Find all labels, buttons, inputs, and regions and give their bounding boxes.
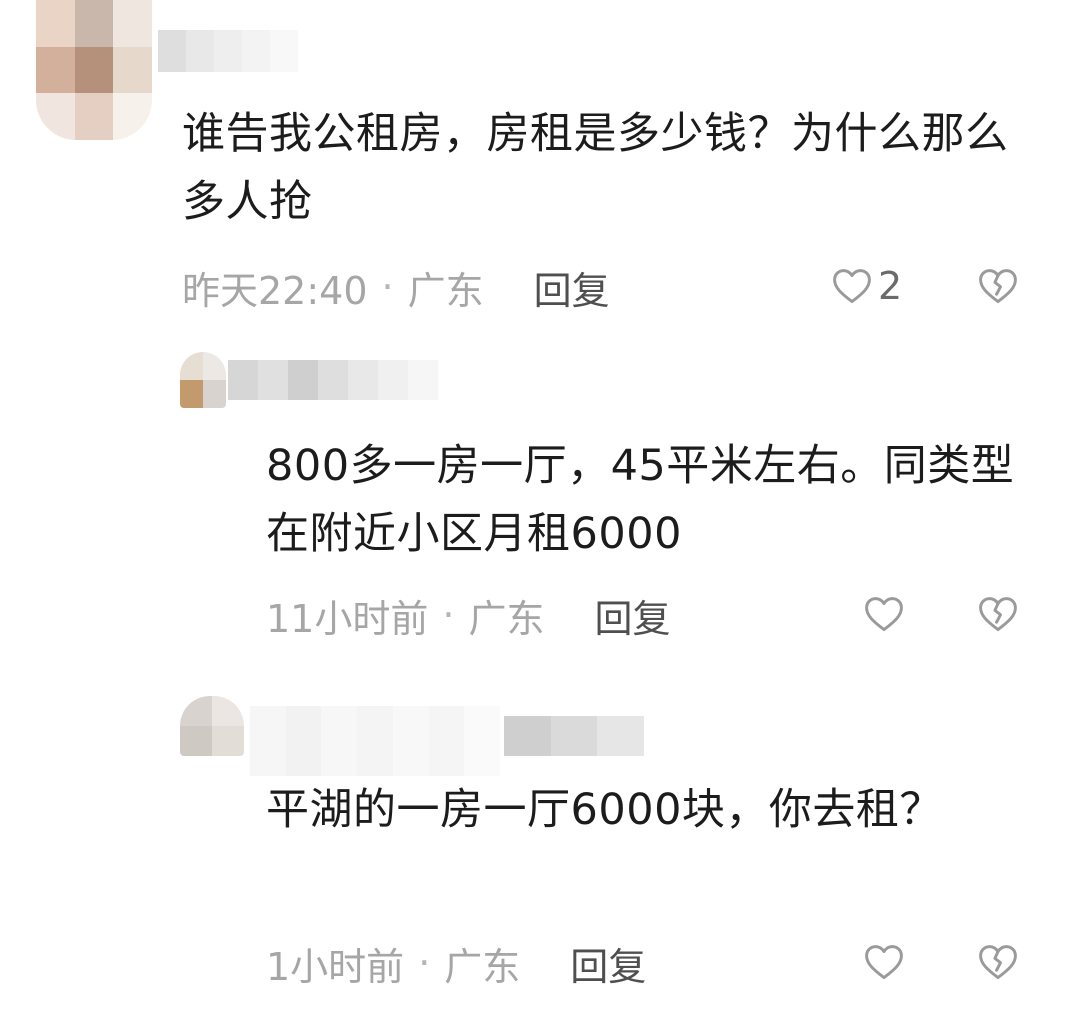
broken-heart-icon	[979, 597, 1017, 632]
dislike-button[interactable]	[976, 940, 1020, 984]
broken-heart-icon	[979, 269, 1017, 304]
reply-username[interactable]	[250, 706, 500, 776]
reply-avatar[interactable]	[180, 696, 244, 756]
reply-button[interactable]: 回复	[570, 936, 646, 991]
avatar[interactable]	[36, 0, 152, 140]
heart-outline-icon	[865, 945, 903, 980]
username[interactable]	[158, 30, 298, 72]
meta-separator: ·	[442, 593, 455, 637]
reply-meta: 1小时前 · 广东 回复	[266, 936, 646, 991]
like-button[interactable]: 2	[830, 262, 902, 310]
reply-time: 1小时前	[266, 944, 405, 989]
reply-button[interactable]: 回复	[534, 260, 610, 315]
reply-meta: 11小时前 · 广东 回复	[266, 588, 670, 643]
comment-time: 昨天22:40	[182, 268, 368, 313]
meta-separator: ·	[418, 941, 431, 985]
reply-username[interactable]	[228, 360, 438, 400]
reply-location: 广东	[444, 944, 521, 989]
comment-thread: 谁告我公租房，房租是多少钱？为什么那么多人抢 昨天22:40 · 广东 回复 2…	[0, 0, 1080, 1035]
dislike-button[interactable]	[976, 264, 1020, 308]
heart-outline-icon	[865, 597, 903, 632]
heart-outline-icon	[833, 269, 871, 304]
reply-user-tag	[504, 716, 644, 756]
reply-text: 平湖的一房一厅6000块，你去租？	[266, 785, 943, 835]
comment-text: 谁告我公租房，房租是多少钱？为什么那么多人抢	[182, 109, 1009, 227]
reply-time: 11小时前	[266, 596, 429, 641]
broken-heart-icon	[979, 945, 1017, 980]
dislike-button[interactable]	[976, 592, 1020, 636]
reply-button[interactable]: 回复	[594, 588, 670, 643]
reply-avatar[interactable]	[180, 352, 226, 408]
like-button[interactable]	[862, 590, 906, 638]
reply-location: 广东	[468, 596, 545, 641]
comment-meta: 昨天22:40 · 广东 回复	[182, 260, 610, 315]
reply-text: 800多一房一厅，45平米左右。同类型在附近小区月租6000	[266, 441, 1015, 559]
like-count: 2	[878, 264, 903, 308]
meta-separator: ·	[381, 265, 394, 309]
like-button[interactable]	[862, 938, 906, 986]
comment-location: 广东	[407, 268, 484, 313]
